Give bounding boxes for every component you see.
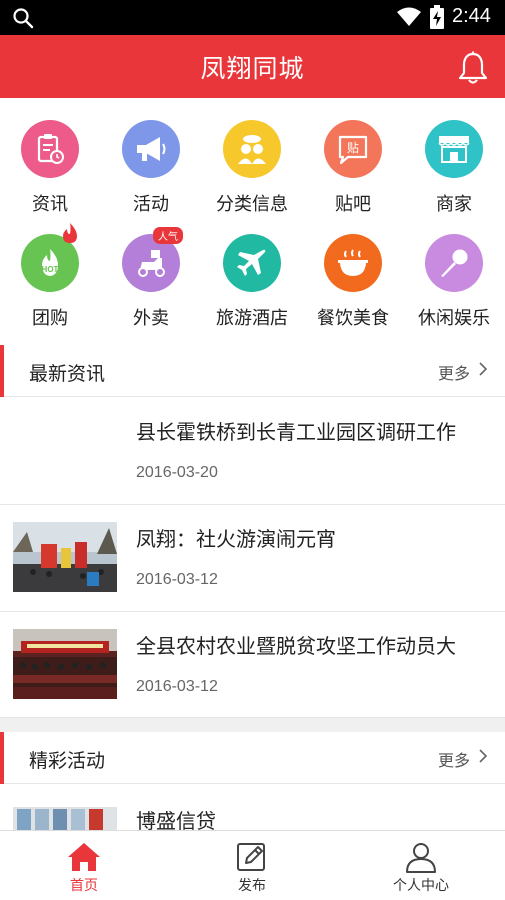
news-date: 2016-03-12 xyxy=(136,571,218,588)
app-bar: 凤翔同城 xyxy=(0,35,505,98)
airplane-icon xyxy=(223,234,281,292)
category-news[interactable]: 资讯 xyxy=(0,98,100,215)
category-forum[interactable]: 贴 贴吧 xyxy=(303,98,403,215)
search-icon[interactable] xyxy=(12,7,34,29)
chat-bubble-icon: 贴 xyxy=(324,120,382,178)
category-label: 餐饮美食 xyxy=(317,308,389,329)
home-icon xyxy=(68,843,100,871)
section-accent-bar xyxy=(0,345,4,397)
tab-label: 发布 xyxy=(238,878,266,894)
news-item[interactable]: 凤翔：社火游演闹元宵 2016-03-12 xyxy=(0,505,505,612)
category-takeout[interactable]: 人气 外卖 xyxy=(101,212,201,329)
category-label: 外卖 xyxy=(133,308,169,329)
tab-home[interactable]: 首页 xyxy=(0,831,168,900)
news-title: 全县农村农业暨脱贫攻坚工作动员大 xyxy=(136,634,456,658)
people-icon xyxy=(223,120,281,178)
activity-section-header: 精彩活动 更多 xyxy=(0,732,505,784)
chevron-right-icon[interactable] xyxy=(478,361,488,377)
status-bar: 2:44 xyxy=(0,0,505,35)
section-title: 最新资讯 xyxy=(29,363,106,385)
news-more-link[interactable]: 更多 xyxy=(438,360,470,384)
section-accent-bar xyxy=(0,732,4,784)
category-group-buy[interactable]: HOT 团购 xyxy=(0,212,100,329)
bottom-tab-bar: 首页 发布 个人中心 xyxy=(0,830,505,900)
category-label: 旅游酒店 xyxy=(216,308,288,329)
news-thumbnail xyxy=(13,629,117,699)
app-title: 凤翔同城 xyxy=(200,54,305,83)
bowl-icon xyxy=(324,234,382,292)
category-label: 休闲娱乐 xyxy=(418,308,490,329)
news-section-header: 最新资讯 更多 xyxy=(0,345,505,397)
wifi-icon xyxy=(397,7,421,26)
storefront-icon xyxy=(425,120,483,178)
activity-more-link[interactable]: 更多 xyxy=(438,747,470,771)
category-grid: 资讯 活动 分类信息 贴 贴吧 商家 HOT 团购 人气 外卖 旅游酒店 餐饮美… xyxy=(0,98,505,340)
edit-icon xyxy=(237,843,265,871)
news-title: 凤翔：社火游演闹元宵 xyxy=(136,527,336,551)
news-date: 2016-03-20 xyxy=(136,464,218,481)
category-classifieds[interactable]: 分类信息 xyxy=(202,98,302,215)
news-clipboard-icon xyxy=(21,120,79,178)
svg-text:贴: 贴 xyxy=(347,141,359,155)
news-item[interactable]: 全县农村农业暨脱贫攻坚工作动员大 2016-03-12 xyxy=(0,612,505,718)
category-merchant[interactable]: 商家 xyxy=(404,98,504,215)
status-time: 2:44 xyxy=(452,5,491,27)
category-label: 团购 xyxy=(32,308,68,329)
news-thumbnail xyxy=(13,522,117,592)
section-title: 精彩活动 xyxy=(29,750,106,772)
category-dining[interactable]: 餐饮美食 xyxy=(303,212,403,329)
person-icon xyxy=(406,843,436,873)
popular-badge: 人气 xyxy=(153,227,183,244)
chevron-right-icon[interactable] xyxy=(478,748,488,764)
bell-icon[interactable] xyxy=(457,51,489,85)
section-divider xyxy=(0,718,505,732)
category-activity[interactable]: 活动 xyxy=(101,98,201,215)
news-item[interactable]: 县长霍铁桥到长青工业园区调研工作 2016-03-20 xyxy=(0,398,505,505)
battery-charging-icon xyxy=(430,5,444,29)
tab-label: 个人中心 xyxy=(393,878,449,894)
news-title: 县长霍铁桥到长青工业园区调研工作 xyxy=(136,420,456,444)
svg-text:HOT: HOT xyxy=(42,265,59,274)
news-date: 2016-03-12 xyxy=(136,678,218,695)
tab-profile[interactable]: 个人中心 xyxy=(337,831,505,900)
category-travel-hotel[interactable]: 旅游酒店 xyxy=(202,212,302,329)
hot-flame-icon xyxy=(63,223,77,243)
tab-label: 首页 xyxy=(70,878,98,894)
category-leisure[interactable]: 休闲娱乐 xyxy=(404,212,504,329)
microphone-icon xyxy=(425,234,483,292)
tab-publish[interactable]: 发布 xyxy=(168,831,336,900)
megaphone-icon xyxy=(122,120,180,178)
